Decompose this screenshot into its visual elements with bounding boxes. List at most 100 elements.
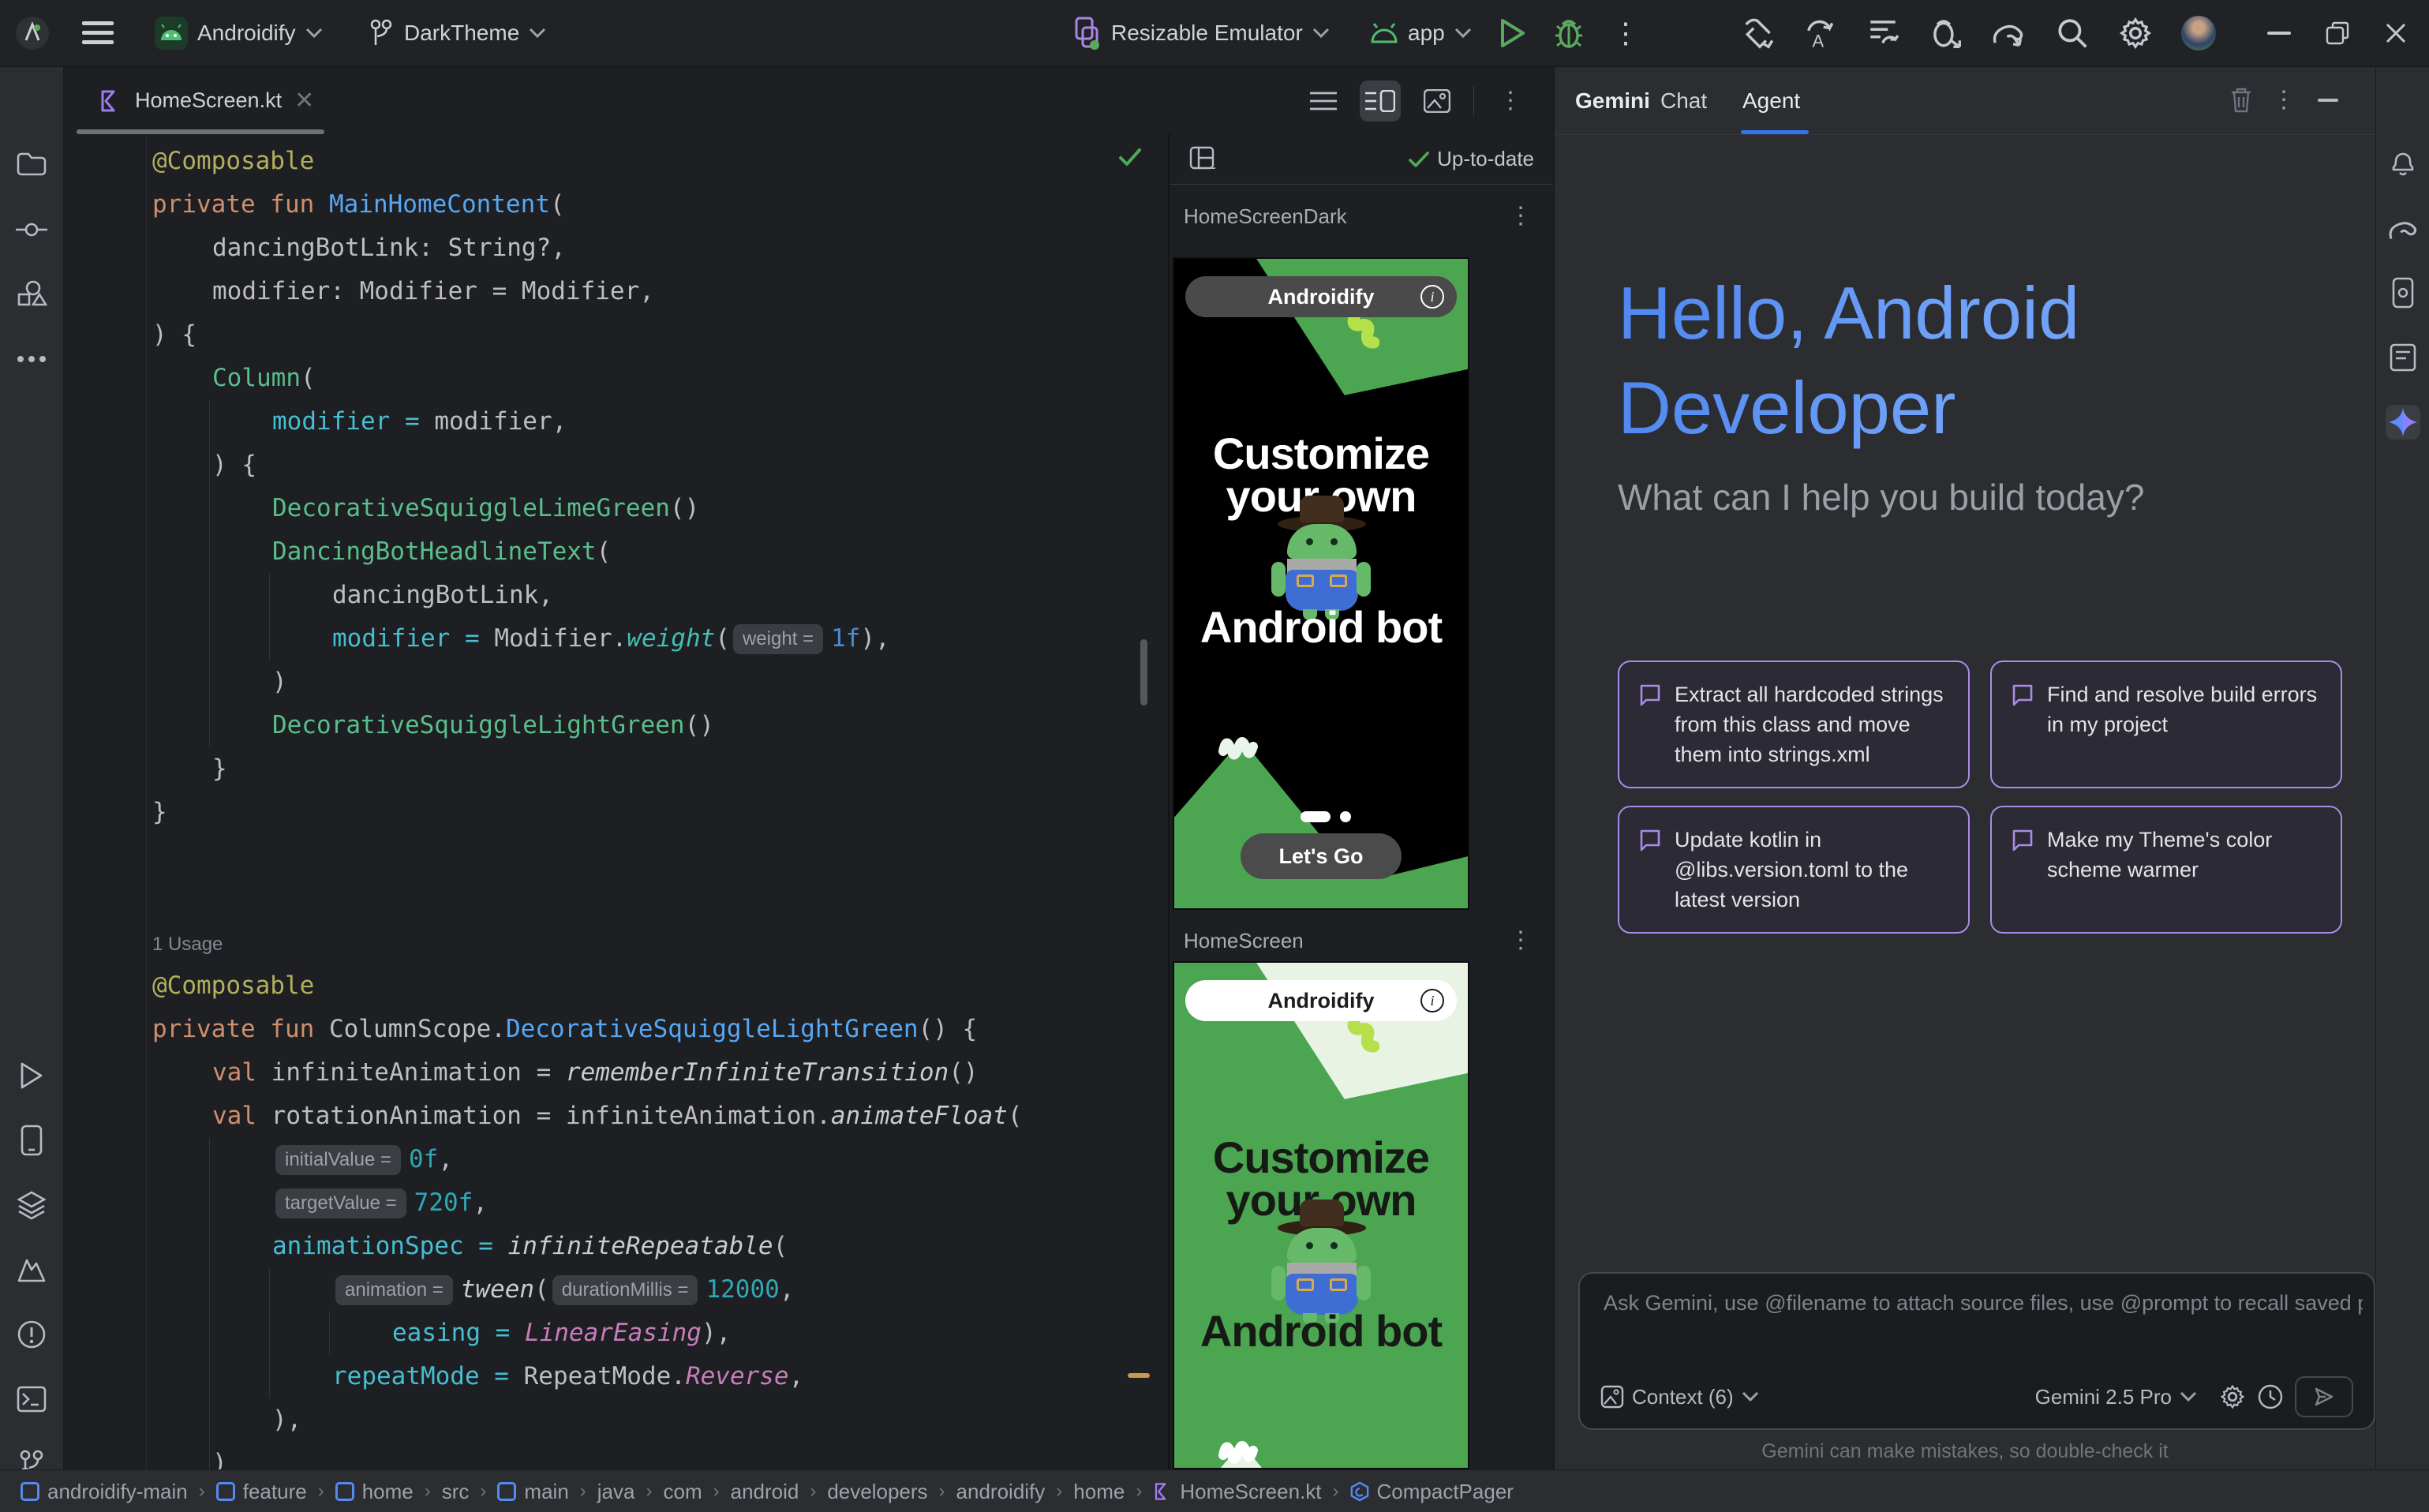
context-selector[interactable]: Context (6) bbox=[1600, 1385, 1759, 1409]
view-mode-split-icon[interactable] bbox=[1360, 80, 1401, 122]
hamburger-menu[interactable] bbox=[82, 0, 114, 66]
history-clock-icon[interactable] bbox=[2257, 1383, 2284, 1410]
gemini-settings-gear-icon[interactable] bbox=[2219, 1383, 2246, 1410]
android-project-icon bbox=[155, 17, 188, 50]
breadcrumb-item[interactable]: src bbox=[442, 1480, 470, 1504]
breadcrumb-item[interactable]: developers bbox=[827, 1480, 927, 1504]
preview-options-kebab[interactable]: ⋮ bbox=[1509, 929, 1533, 952]
preview-app-bar: Androidify i bbox=[1185, 276, 1457, 317]
compose-preview-panel: Up-to-date HomeScreenDark ⋮ Androidify i… bbox=[1168, 134, 1553, 1469]
settings-button[interactable] bbox=[2118, 0, 2153, 66]
branch-name: DarkTheme bbox=[404, 21, 519, 46]
more-run-actions[interactable]: ⋮ bbox=[1611, 0, 1640, 66]
build-variants-tool-icon[interactable] bbox=[14, 1188, 49, 1222]
send-button[interactable] bbox=[2295, 1376, 2353, 1417]
window-restore-button[interactable] bbox=[2309, 0, 2366, 66]
breadcrumb-separator-icon: › bbox=[939, 1480, 945, 1503]
inspections-ok-icon[interactable] bbox=[1118, 147, 1142, 167]
more-tool-windows-icon[interactable] bbox=[14, 342, 49, 376]
breadcrumb-item[interactable]: main bbox=[497, 1480, 568, 1504]
breadcrumb-item[interactable]: HomeScreen.kt bbox=[1153, 1480, 1321, 1504]
notifications-bell-icon[interactable] bbox=[2386, 144, 2420, 179]
suggestion-card[interactable]: Find and resolve build errors in my proj… bbox=[1990, 661, 2342, 788]
breadcrumb-item[interactable]: androidify-main bbox=[21, 1480, 188, 1504]
preview-homescreen[interactable]: Androidify i Customize your own Android … bbox=[1173, 961, 1469, 1469]
breadcrumb-item[interactable]: CompactPager bbox=[1350, 1480, 1514, 1504]
clear-chat-trash-icon[interactable] bbox=[2225, 84, 2257, 116]
breadcrumb-item[interactable]: feature bbox=[216, 1480, 307, 1504]
debug-button[interactable] bbox=[1553, 0, 1585, 66]
gemini-options-kebab[interactable]: ⋮ bbox=[2268, 84, 2300, 116]
indent-guide bbox=[209, 1138, 210, 1469]
search-everywhere-button[interactable] bbox=[2055, 0, 2090, 66]
device-selector[interactable]: Resizable Emulator bbox=[1073, 0, 1330, 66]
editor-scrollbar[interactable] bbox=[1140, 639, 1147, 705]
preview-app-bar: Androidify i bbox=[1185, 980, 1457, 1021]
preview-render: Androidify i Customize your own Android … bbox=[1174, 963, 1468, 1469]
white-squiggle bbox=[1218, 1433, 1264, 1465]
resource-manager-tool-icon[interactable] bbox=[14, 277, 49, 312]
breadcrumb-item[interactable]: androidify bbox=[956, 1480, 1046, 1504]
breadcrumb-item[interactable]: home bbox=[335, 1480, 414, 1504]
project-tool-icon[interactable] bbox=[14, 146, 49, 181]
suggestion-card[interactable]: Make my Theme's color scheme warmer bbox=[1990, 806, 2342, 934]
view-mode-design-icon[interactable] bbox=[1417, 80, 1458, 122]
user-avatar[interactable] bbox=[2181, 16, 2216, 51]
suggestion-card[interactable]: Extract all hardcoded strings from this … bbox=[1618, 661, 1970, 788]
hide-panel-icon[interactable] bbox=[2312, 84, 2344, 116]
run-configuration: app bbox=[1408, 21, 1445, 46]
breadcrumb-item[interactable]: android bbox=[731, 1480, 799, 1504]
tab-homescreen-kt[interactable]: HomeScreen.kt ✕ bbox=[77, 67, 336, 134]
commit-tool-icon[interactable] bbox=[14, 212, 49, 247]
run-button[interactable] bbox=[1498, 0, 1526, 66]
build-button[interactable] bbox=[1742, 0, 1777, 66]
preview-options-kebab[interactable]: ⋮ bbox=[1509, 204, 1533, 228]
tab-agent[interactable]: Agent bbox=[1742, 67, 1800, 134]
preview-homescreendark[interactable]: Androidify i Customize your own Android … bbox=[1173, 257, 1469, 910]
composable-function-icon bbox=[1350, 1481, 1369, 1502]
breadcrumb-item[interactable]: com bbox=[663, 1480, 702, 1504]
suggestion-text: Find and resolve build errors in my proj… bbox=[2047, 679, 2322, 769]
running-devices-tool-icon[interactable] bbox=[2386, 275, 2420, 310]
left-tool-stripe bbox=[0, 67, 64, 1469]
info-icon: i bbox=[1420, 989, 1444, 1012]
apply-changes-button[interactable]: A bbox=[1802, 0, 1837, 66]
gemini-input-box[interactable]: Ask Gemini, use @filename to attach sour… bbox=[1578, 1272, 2375, 1430]
device-manager-tool-icon[interactable] bbox=[14, 1123, 49, 1158]
run-configuration-selector[interactable]: app bbox=[1370, 0, 1472, 66]
window-close-button[interactable] bbox=[2367, 0, 2424, 66]
problems-tool-icon[interactable] bbox=[14, 1317, 49, 1352]
project-selector[interactable]: Androidify bbox=[155, 0, 323, 66]
app-quality-insights-tool-icon[interactable] bbox=[2386, 340, 2420, 375]
run-tool-icon[interactable] bbox=[14, 1058, 49, 1093]
code-editor[interactable]: @Composableprivate fun MainHomeContent(d… bbox=[64, 134, 1166, 1469]
apply-code-changes-button[interactable] bbox=[1866, 0, 1900, 66]
gradle-tool-icon[interactable] bbox=[2386, 211, 2420, 245]
tab-close-icon[interactable]: ✕ bbox=[294, 87, 314, 114]
indent-guide bbox=[209, 400, 210, 747]
model-selector[interactable]: Gemini 2.5 Pro bbox=[2035, 1385, 2197, 1409]
view-mode-code-icon[interactable] bbox=[1303, 80, 1344, 122]
suggestion-card[interactable]: Update kotlin in @libs.version.toml to t… bbox=[1618, 806, 1970, 934]
gemini-tool-icon[interactable] bbox=[2386, 405, 2420, 440]
lets-go-button: Let's Go bbox=[1241, 833, 1402, 879]
attach-debugger-button[interactable] bbox=[1929, 0, 1963, 66]
gradle-sync-button[interactable] bbox=[1990, 0, 2027, 66]
preview-item-header: HomeScreenDark ⋮ bbox=[1173, 194, 1544, 238]
module-icon bbox=[335, 1482, 354, 1501]
vcs-branch-selector[interactable]: DarkTheme bbox=[368, 0, 546, 66]
code-content[interactable]: @Composableprivate fun MainHomeContent(d… bbox=[152, 140, 1023, 1469]
editor-options-kebab[interactable]: ⋮ bbox=[1490, 80, 1531, 122]
gutter-separator bbox=[146, 134, 147, 1469]
android-head-icon bbox=[1370, 23, 1398, 43]
terminal-tool-icon[interactable] bbox=[14, 1382, 49, 1417]
tab-chat[interactable]: Chat bbox=[1660, 67, 1707, 134]
preview-name: HomeScreenDark bbox=[1184, 204, 1347, 229]
logcat-tool-icon[interactable] bbox=[14, 1252, 49, 1287]
preview-layout-icon[interactable] bbox=[1188, 145, 1217, 174]
breadcrumb-item[interactable]: home bbox=[1073, 1480, 1125, 1504]
breadcrumb-item[interactable]: java bbox=[597, 1480, 635, 1504]
indent-guide bbox=[269, 1268, 270, 1398]
breadcrumb-separator-icon: › bbox=[646, 1480, 652, 1503]
window-minimize-button[interactable] bbox=[2251, 0, 2307, 66]
